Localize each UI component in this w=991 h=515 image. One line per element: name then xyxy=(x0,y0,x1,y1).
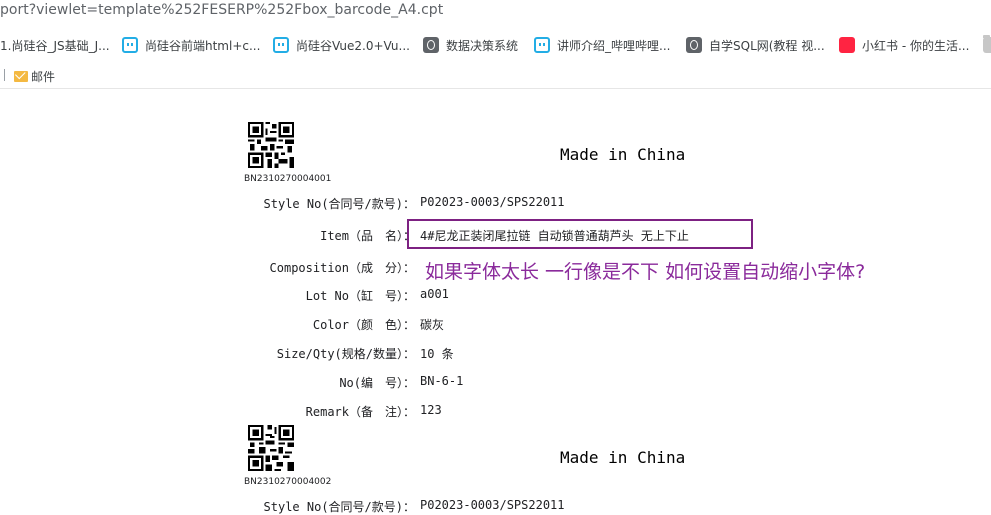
bookmark-label: 小红书 - 你的生活... xyxy=(862,38,970,53)
qr-code-icon xyxy=(248,425,294,471)
field-label-no: No(编 号）： xyxy=(339,376,415,390)
field-label-composition: Composition（成 分）： xyxy=(269,261,415,275)
field-value-size-qty: 10 条 xyxy=(420,347,454,361)
report-preview: BN2310270004001 Made in China Style No(合… xyxy=(0,90,991,515)
xiaohongshu-icon xyxy=(839,37,855,53)
bookmark-label: 尚硅谷前端html+c... xyxy=(145,38,261,53)
address-text[interactable]: port?viewlet=template%252FESERP%252Fbox_… xyxy=(0,2,443,18)
globe-icon xyxy=(686,37,702,53)
bilibili-icon xyxy=(273,37,289,53)
mail-icon xyxy=(14,71,28,82)
globe-icon xyxy=(423,37,439,53)
bookmark-folder[interactable] xyxy=(983,35,991,54)
made-in-china-text: Made in China xyxy=(560,145,686,164)
bookmark-label: 讲师介绍_哔哩哔哩... xyxy=(557,38,671,53)
field-value-remark: 123 xyxy=(420,403,442,417)
qr-code-icon xyxy=(248,122,294,168)
made-in-china-text: Made in China xyxy=(560,448,686,467)
field-label-remark: Remark（备 注）： xyxy=(305,405,415,419)
address-bar[interactable]: port?viewlet=template%252FESERP%252Fbox_… xyxy=(0,0,991,28)
field-label-size-qty: Size/Qty(规格/数量）： xyxy=(276,347,415,361)
field-value-no: BN-6-1 xyxy=(420,374,464,388)
mail-label: 邮件 xyxy=(31,70,56,84)
bookmark-js-basics[interactable]: 1.尚硅谷_JS基础_J... xyxy=(0,36,110,54)
bookmark-teacher-intro[interactable]: 讲师介绍_哔哩哔哩... xyxy=(534,36,670,54)
bookmarks-bar: 1.尚硅谷_JS基础_J... 尚硅谷前端html+c... 尚硅谷Vue2.0… xyxy=(0,28,991,62)
bookmark-vue[interactable]: 尚硅谷Vue2.0+Vu... xyxy=(273,36,410,54)
bookmark-label: 1.尚硅谷_JS基础_J... xyxy=(0,38,110,53)
bilibili-icon xyxy=(122,37,138,53)
bookmark-label: 数据决策系统 xyxy=(446,38,519,53)
field-value-color: 碳灰 xyxy=(420,318,445,332)
secondary-toolbar: 邮件 xyxy=(0,62,991,89)
highlight-box xyxy=(407,219,753,249)
barcode-number: BN2310270004001 xyxy=(244,174,332,184)
field-label-item: Item（品 名）： xyxy=(320,229,415,243)
field-value-style-no: P02023-0003/SPS22011 xyxy=(420,498,565,512)
mail-button[interactable]: 邮件 xyxy=(14,68,55,85)
bookmark-label: 自学SQL网(教程 视... xyxy=(709,38,825,53)
bookmark-xiaohongshu[interactable]: 小红书 - 你的生活... xyxy=(839,36,969,54)
bookmark-decision-system[interactable]: 数据决策系统 xyxy=(423,36,518,54)
folder-icon xyxy=(983,35,991,53)
field-label-style-no: Style No(合同号/款号)： xyxy=(263,500,415,514)
barcode-number: BN2310270004002 xyxy=(244,477,332,487)
bookmark-sql[interactable]: 自学SQL网(教程 视... xyxy=(686,36,825,54)
bilibili-icon xyxy=(534,37,550,53)
field-value-lot-no: a001 xyxy=(420,287,449,301)
field-value-style-no: P02023-0003/SPS22011 xyxy=(420,195,565,209)
toolbar-divider xyxy=(4,69,5,81)
field-label-lot-no: Lot No（缸 号）： xyxy=(305,289,415,303)
field-label-color: Color（颜 色）： xyxy=(312,318,415,332)
field-label-style-no: Style No(合同号/款号)： xyxy=(263,197,415,211)
question-annotation: 如果字体太长 一行像是不下 如何设置自动缩小字体? xyxy=(425,261,866,283)
bookmark-frontend-html[interactable]: 尚硅谷前端html+c... xyxy=(122,36,260,54)
bookmark-label: 尚硅谷Vue2.0+Vu... xyxy=(296,38,410,53)
